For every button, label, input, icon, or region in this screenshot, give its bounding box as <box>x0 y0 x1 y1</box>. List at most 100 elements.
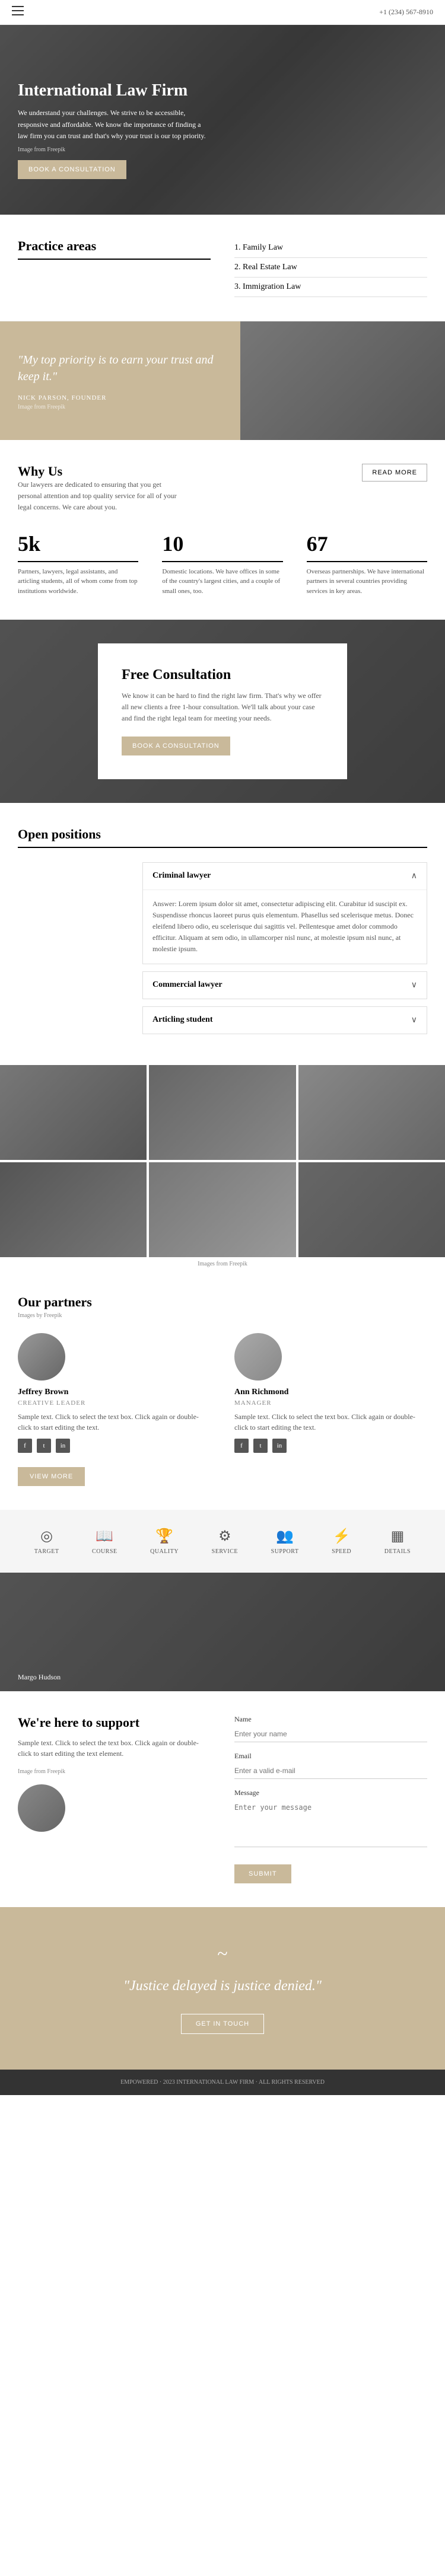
form-message-label: Message <box>234 1788 427 1797</box>
open-positions-section: Open positions Criminal lawyer ∧ Answer:… <box>0 803 445 1065</box>
support-section: We're here to support Sample text. Click… <box>0 1691 445 1907</box>
partner-avatar-img-ann <box>234 1333 282 1381</box>
twitter-icon-2[interactable]: t <box>253 1439 268 1453</box>
icon-course[interactable]: 📖 COURSE <box>92 1528 117 1555</box>
positions-layout: Criminal lawyer ∧ Answer: Lorem ipsum do… <box>18 862 427 1041</box>
position-item-criminal: Criminal lawyer ∧ Answer: Lorem ipsum do… <box>142 862 427 964</box>
book-consultation-button[interactable]: BOOK A CONSULTATION <box>18 160 126 179</box>
quote-section: "My top priority is to earn your trust a… <box>0 321 445 440</box>
form-message-textarea[interactable] <box>234 1800 427 1847</box>
position-item-commercial: Commercial lawyer ∨ <box>142 971 427 999</box>
practice-item-1: 1. Family Law <box>234 238 427 258</box>
free-consult-button[interactable]: BOOK A CONSULTATION <box>122 737 230 755</box>
support-left: We're here to support Sample text. Click… <box>18 1715 211 1883</box>
icon-label-support: SUPPORT <box>271 1548 299 1555</box>
quote-left: "My top priority is to earn your trust a… <box>0 321 240 440</box>
practice-item-2: 2. Real Estate Law <box>234 258 427 278</box>
free-consult-text: We know it can be hard to find the right… <box>122 690 323 725</box>
speed-icon: ⚡ <box>333 1528 351 1545</box>
practice-left: Practice areas <box>18 238 211 297</box>
gallery-section <box>0 1065 445 1257</box>
stat-desc-2: Domestic locations. We have offices in s… <box>162 567 282 597</box>
final-quote-text: "Justice delayed is justice denied." <box>18 1976 427 1997</box>
position-header-commercial[interactable]: Commercial lawyer ∨ <box>143 972 427 999</box>
icon-label-speed: SPEED <box>332 1548 351 1555</box>
partner-socials-jeffrey: f t in <box>18 1439 211 1453</box>
chevron-down-icon: ∨ <box>411 980 417 990</box>
stat-desc-1: Partners, lawyers, legal assistants, and… <box>18 567 138 597</box>
free-consultation-section: Free Consultation We know it can be hard… <box>0 620 445 803</box>
stat-number-1: 5k <box>18 531 138 562</box>
instagram-icon-2[interactable]: in <box>272 1439 287 1453</box>
phone-number: +1 (234) 567-8910 <box>379 8 433 17</box>
support-icon: 👥 <box>276 1528 294 1545</box>
details-icon: ▦ <box>391 1528 405 1545</box>
support-text: Sample text. Click to select the text bo… <box>18 1737 211 1759</box>
icon-label-service: SERVICE <box>212 1548 238 1555</box>
team-section: Margo Hudson <box>0 1573 445 1691</box>
open-positions-title: Open positions <box>18 827 427 848</box>
practice-item-3: 3. Immigration Law <box>234 278 427 297</box>
quote-image-placeholder <box>240 321 445 440</box>
form-email-group: Email <box>234 1752 427 1779</box>
hero-section: International Law Firm We understand you… <box>0 25 445 215</box>
read-more-button[interactable]: READ MORE <box>362 464 427 482</box>
course-icon: 📖 <box>96 1528 113 1545</box>
positions-right: Criminal lawyer ∧ Answer: Lorem ipsum do… <box>142 862 427 1041</box>
final-quote-section: ~ "Justice delayed is justice denied." G… <box>0 1907 445 2070</box>
gallery-item-2 <box>149 1065 295 1160</box>
quality-icon: 🏆 <box>155 1528 173 1545</box>
signature: ~ <box>18 1943 427 1965</box>
twitter-icon[interactable]: t <box>37 1439 51 1453</box>
position-name-articling: Articling student <box>152 1015 213 1025</box>
instagram-icon[interactable]: in <box>56 1439 70 1453</box>
hero-text: We understand your challenges. We strive… <box>18 107 208 142</box>
free-consult-title: Free Consultation <box>122 667 323 683</box>
gallery-item-1 <box>0 1065 147 1160</box>
facebook-icon[interactable]: f <box>18 1439 32 1453</box>
icon-support[interactable]: 👥 SUPPORT <box>271 1528 299 1555</box>
target-icon: ◎ <box>40 1528 53 1545</box>
partner-socials-ann: f t in <box>234 1439 427 1453</box>
gallery-item-5 <box>149 1162 295 1257</box>
position-header-criminal[interactable]: Criminal lawyer ∧ <box>143 863 427 890</box>
icons-row: ◎ TARGET 📖 COURSE 🏆 QUALITY ⚙ SERVICE 👥 … <box>0 1510 445 1573</box>
partner-name-ann: Ann Richmond <box>234 1388 427 1397</box>
position-header-articling[interactable]: Articling student ∨ <box>143 1007 427 1034</box>
form-name-label: Name <box>234 1715 427 1724</box>
facebook-icon-2[interactable]: f <box>234 1439 249 1453</box>
practice-title: Practice areas <box>18 238 211 260</box>
icon-quality[interactable]: 🏆 QUALITY <box>150 1528 179 1555</box>
why-us-header: Why Us Our lawyers are dedicated to ensu… <box>18 464 427 514</box>
partner-text-jeffrey: Sample text. Click to select the text bo… <box>18 1411 211 1433</box>
icon-label-target: TARGET <box>34 1548 59 1555</box>
position-body-criminal: Answer: Lorem ipsum dolor sit amet, cons… <box>143 890 427 964</box>
icon-details[interactable]: ▦ DETAILS <box>384 1528 411 1555</box>
partners-title: Our partners <box>18 1295 427 1310</box>
quote-author: NICK PARSON, FOUNDER <box>18 394 223 401</box>
support-form: Name Email Message SUBMIT <box>234 1715 427 1883</box>
partner-role-jeffrey: CREATIVE LEADER <box>18 1399 211 1407</box>
view-more-button[interactable]: VIEW MORE <box>18 1467 85 1486</box>
footer-text: EMPOWERED · 2023 INTERNATIONAL LAW FIRM … <box>18 2079 427 2086</box>
stat-desc-3: Overseas partnerships. We have internati… <box>307 567 427 597</box>
hero-image-credit: Image from Freepik <box>18 146 208 153</box>
team-label: Margo Hudson <box>0 1663 78 1691</box>
support-credit: Image from Freepik <box>18 1768 211 1775</box>
menu-icon[interactable] <box>12 6 24 18</box>
partners-grid: Jeffrey Brown CREATIVE LEADER Sample tex… <box>18 1333 427 1453</box>
form-email-input[interactable] <box>234 1763 427 1779</box>
free-consult-box: Free Consultation We know it can be hard… <box>98 643 347 779</box>
partner-text-ann: Sample text. Click to select the text bo… <box>234 1411 427 1433</box>
form-name-input[interactable] <box>234 1726 427 1742</box>
partners-credit: Images by Freepik <box>18 1312 427 1319</box>
icon-target[interactable]: ◎ TARGET <box>34 1528 59 1555</box>
quote-image-credit: Image from Freepik <box>18 404 223 410</box>
position-name-commercial: Commercial lawyer <box>152 980 223 990</box>
partners-section: Our partners Images by Freepik Jeffrey B… <box>0 1271 445 1510</box>
icon-label-details: DETAILS <box>384 1548 411 1555</box>
submit-button[interactable]: SUBMIT <box>234 1864 291 1883</box>
get-in-touch-button[interactable]: GET IN TOUCH <box>181 2014 264 2034</box>
icon-speed[interactable]: ⚡ SPEED <box>332 1528 351 1555</box>
icon-service[interactable]: ⚙ SERVICE <box>212 1528 238 1555</box>
